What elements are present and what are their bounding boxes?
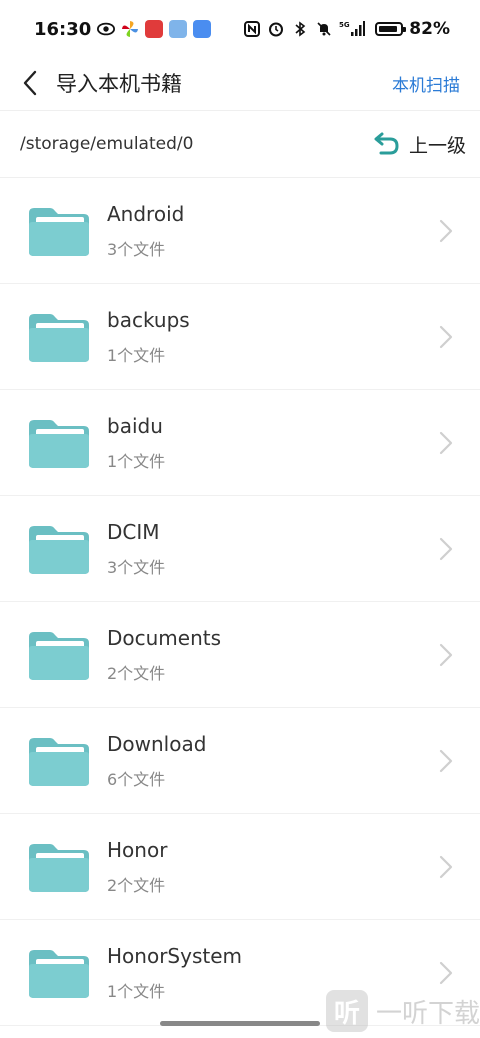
status-bar-left: 16:30 (34, 18, 212, 40)
folder-row[interactable]: Honor 2个文件 (0, 814, 480, 920)
watermark-logo: 听 (325, 990, 368, 1032)
folder-text: Documents 2个文件 (107, 626, 436, 684)
status-time: 16:30 (34, 18, 92, 40)
folder-name: backups (107, 307, 190, 332)
folder-text: Honor 2个文件 (107, 838, 436, 896)
folder-name: Android (107, 201, 185, 226)
folder-name: Download (107, 731, 207, 756)
back-arrow-icon (23, 70, 37, 96)
folder-row[interactable]: baidu 1个文件 (0, 390, 480, 496)
folder-icon (29, 313, 89, 362)
scan-local-button[interactable]: 本机扫描 (392, 71, 460, 96)
svg-text:5G: 5G (339, 21, 350, 29)
folder-icon (29, 419, 89, 468)
folder-row[interactable]: Download 6个文件 (0, 708, 480, 814)
folder-text: backups 1个文件 (107, 308, 436, 366)
folder-row[interactable]: DCIM 3个文件 (0, 496, 480, 602)
folder-name: baidu (107, 413, 163, 438)
chevron-right-icon (439, 537, 453, 560)
top-nav-bar: 导入本机书籍 本机扫描 (0, 58, 480, 108)
folder-text: DCIM 3个文件 (107, 520, 436, 578)
folder-icon (29, 525, 89, 574)
status-bar: 16:30 5G 82% (0, 0, 480, 58)
watermark: 听 一听下载 (325, 990, 480, 1032)
pinwheel-app-icon (121, 20, 139, 38)
folder-file-count: 1个文件 (107, 451, 166, 471)
folder-text: baidu 1个文件 (107, 414, 436, 472)
watermark-text: 一听下载 (375, 998, 480, 1029)
folder-icon (29, 631, 89, 680)
alarm-icon (267, 20, 285, 38)
chevron-right-icon (439, 325, 453, 348)
weather-app-icon (169, 20, 188, 38)
folder-icon (29, 843, 89, 892)
battery-percent: 82% (409, 19, 450, 39)
page-title: 导入本机书籍 (56, 72, 182, 96)
folder-list: Android 3个文件 backups 1个文件 baidu 1个文件 DCIM 3个文件 D… (0, 178, 480, 1026)
folder-file-count: 6个文件 (107, 769, 166, 789)
back-button[interactable] (10, 63, 50, 103)
folder-text: Android 3个文件 (107, 202, 436, 260)
nfc-icon (243, 20, 261, 38)
folder-name: HonorSystem (107, 943, 242, 968)
chevron-right-icon (439, 749, 453, 772)
folder-row[interactable]: Android 3个文件 (0, 178, 480, 284)
nav-divider (0, 110, 480, 111)
battery-icon (375, 22, 407, 36)
folder-row[interactable]: backups 1个文件 (0, 284, 480, 390)
parent-folder-button[interactable]: 上一级 (373, 131, 466, 158)
up-arrow-icon (374, 132, 399, 155)
folder-file-count: 2个文件 (107, 663, 166, 683)
folder-icon (29, 737, 89, 786)
home-indicator[interactable] (160, 1021, 320, 1026)
chevron-right-icon (439, 961, 453, 984)
signal-icon: 5G (339, 20, 366, 38)
folder-icon (29, 949, 89, 998)
chevron-right-icon (439, 431, 453, 454)
folder-file-count: 2个文件 (107, 875, 166, 895)
mute-bell-icon (315, 20, 333, 38)
folder-file-count: 3个文件 (107, 557, 166, 577)
bluetooth-icon (291, 20, 309, 38)
eye-icon (97, 20, 116, 38)
red-app-icon (145, 20, 164, 38)
path-bar: /storage/emulated/0 上一级 (0, 112, 480, 176)
folder-text: Download 6个文件 (107, 732, 436, 790)
battery-fill (379, 26, 398, 32)
chevron-right-icon (439, 855, 453, 878)
folder-icon (29, 207, 89, 256)
chevron-right-icon (439, 219, 453, 242)
folder-row[interactable]: Documents 2个文件 (0, 602, 480, 708)
folder-name: Honor (107, 837, 168, 862)
message-app-icon (193, 20, 212, 38)
parent-folder-label: 上一级 (408, 134, 466, 157)
folder-file-count: 3个文件 (107, 239, 166, 259)
folder-name: DCIM (107, 519, 160, 544)
folder-file-count: 1个文件 (107, 345, 166, 365)
folder-name: Documents (107, 625, 222, 650)
chevron-right-icon (439, 643, 453, 666)
status-bar-right: 5G 82% (243, 19, 450, 39)
current-path: /storage/emulated/0 (20, 134, 194, 154)
